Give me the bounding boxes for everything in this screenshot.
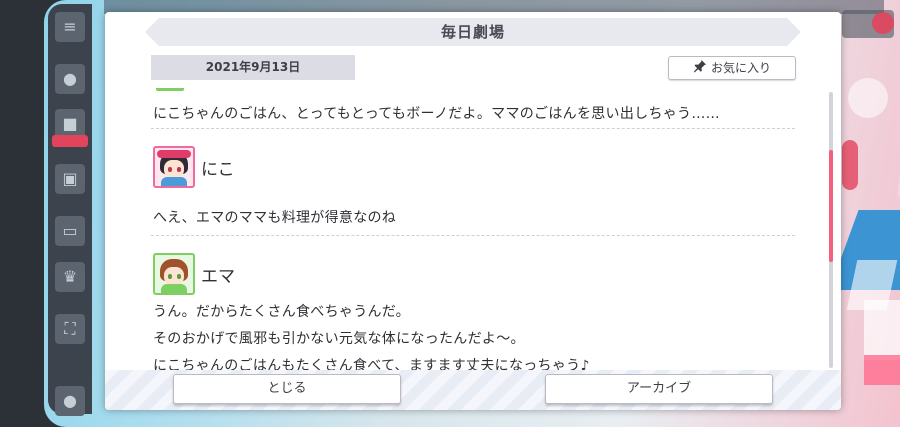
dialogue-line: うん。だからたくさん食べちゃうんだ。 — [153, 304, 410, 320]
dialogue-line: へえ、エマのママも料理が得意なのね — [153, 210, 397, 226]
side-menu-badge — [52, 135, 88, 147]
favorite-button[interactable]: お気に入り — [668, 56, 796, 80]
right-ui-panel — [846, 260, 898, 310]
speaker-row-niko: にこ — [153, 145, 235, 189]
date-label-box: 2021年9月13日 — [151, 55, 355, 80]
right-side-ui — [842, 10, 900, 420]
speaker-name: にこ — [201, 159, 235, 180]
previous-avatar-edge — [156, 88, 184, 91]
dialogue-line: にこちゃんのごはん、とってもとってもボーノだよ。ママのごはんを思い出しちゃう…… — [153, 106, 720, 122]
dialog-header: 毎日劇場 — [145, 18, 801, 46]
dialogue-log[interactable]: にこちゃんのごはん、とってもとってもボーノだよ。ママのごはんを思い出しちゃう……… — [151, 88, 795, 374]
niko-avatar — [153, 146, 195, 188]
speaker-name: エマ — [201, 266, 235, 287]
pin-icon — [693, 58, 707, 80]
date-label: 2021年9月13日 — [205, 60, 301, 74]
dialog-title: 毎日劇場 — [440, 23, 505, 41]
trophy-icon[interactable]: ♛ — [55, 262, 85, 292]
archive-button[interactable]: アーカイブ — [545, 374, 773, 404]
dialogue-separator — [151, 128, 795, 129]
chat-icon[interactable]: ● — [55, 64, 85, 94]
scrollbar-thumb[interactable] — [829, 150, 833, 262]
dialogue-line: そのおかげで風邪も引かない元気な体になったんだよ～。 — [153, 331, 525, 347]
right-ui-tab — [842, 140, 858, 190]
notification-badge — [872, 12, 894, 34]
scrollbar[interactable] — [829, 92, 833, 368]
favorite-button-label: お気に入り — [710, 61, 771, 75]
monitor-icon[interactable]: ▭ — [55, 216, 85, 246]
profile-icon[interactable]: ● — [55, 386, 85, 416]
fullscreen-icon[interactable]: ⛶ — [55, 314, 85, 344]
gift-icon[interactable]: ▣ — [55, 164, 85, 194]
daily-theater-dialog: 毎日劇場 2021年9月13日 お気に入り にこちゃんのごはん、とってもとっても… — [105, 12, 841, 410]
dialogue-separator — [151, 235, 795, 236]
emma-avatar — [153, 253, 195, 295]
speaker-row-emma: エマ — [153, 252, 235, 296]
close-button[interactable]: とじる — [173, 374, 401, 404]
hamburger-menu-icon[interactable]: ≡ — [55, 12, 85, 42]
right-ui-circle — [848, 78, 888, 118]
side-menu: ≡ ● ■ ▣ ▭ ♛ ⛶ ● — [48, 4, 92, 416]
